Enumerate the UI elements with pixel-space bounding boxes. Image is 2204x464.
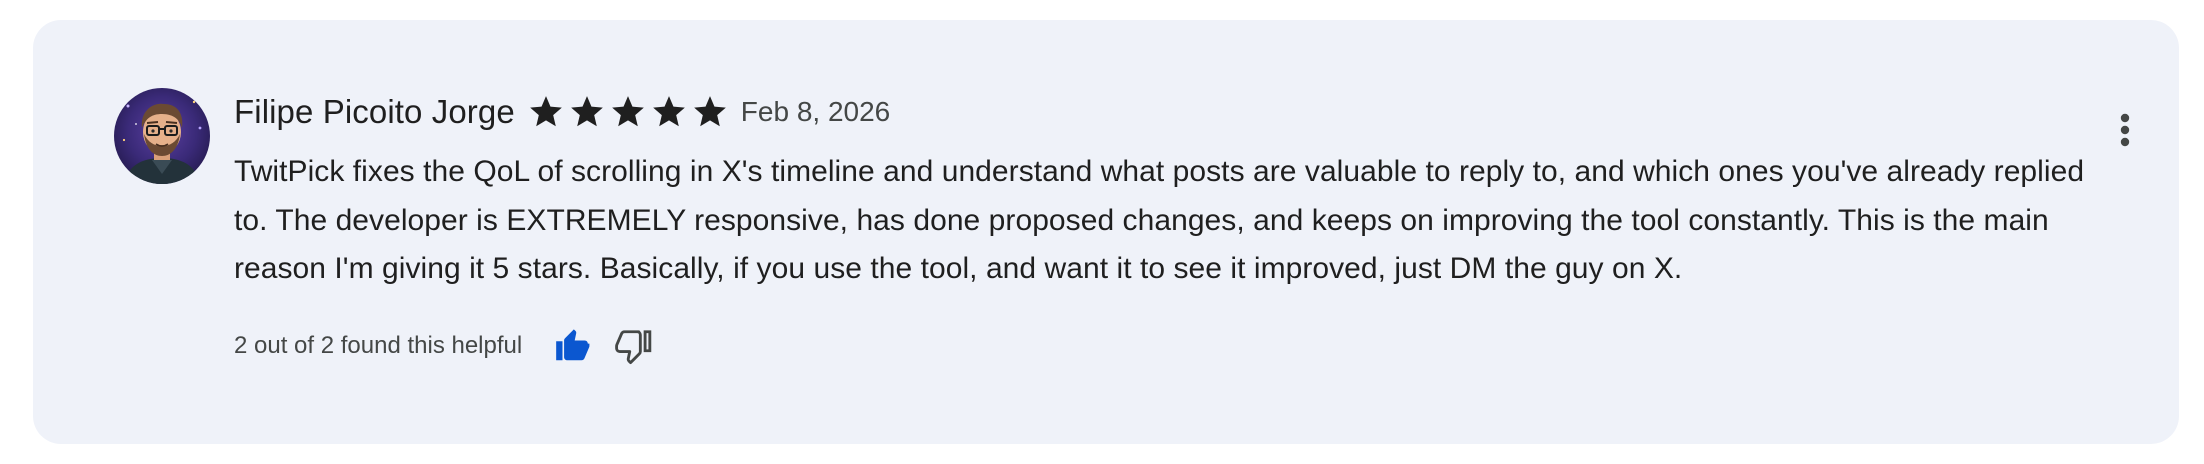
star-icon (691, 93, 729, 131)
review-content: Filipe Picoito Jorge Feb 8, 2026 TwitPic… (234, 90, 2114, 368)
avatar-illustration (114, 88, 210, 184)
review-header: Filipe Picoito Jorge Feb 8, 2026 (234, 90, 2114, 134)
helpful-feedback-row: 2 out of 2 found this helpful (234, 324, 2114, 368)
star-rating (527, 93, 729, 131)
star-icon (650, 93, 688, 131)
star-icon (568, 93, 606, 131)
star-icon (609, 93, 647, 131)
star-icon (527, 93, 565, 131)
thumbs-down-icon (615, 329, 652, 364)
review-text: TwitPick fixes the QoL of scrolling in X… (234, 155, 2085, 285)
author-name: Filipe Picoito Jorge (234, 93, 515, 130)
review-date: Feb 8, 2026 (740, 96, 891, 127)
helpful-count: 2 out of 2 found this helpful (234, 331, 523, 359)
review-card: Filipe Picoito Jorge Feb 8, 2026 TwitPic… (33, 20, 2179, 444)
thumbs-up-button[interactable] (548, 322, 596, 370)
avatar (114, 88, 210, 184)
more-vert-icon (2120, 113, 2130, 147)
thumbs-up-icon (556, 328, 590, 360)
thumbs-down-button[interactable] (610, 322, 658, 370)
